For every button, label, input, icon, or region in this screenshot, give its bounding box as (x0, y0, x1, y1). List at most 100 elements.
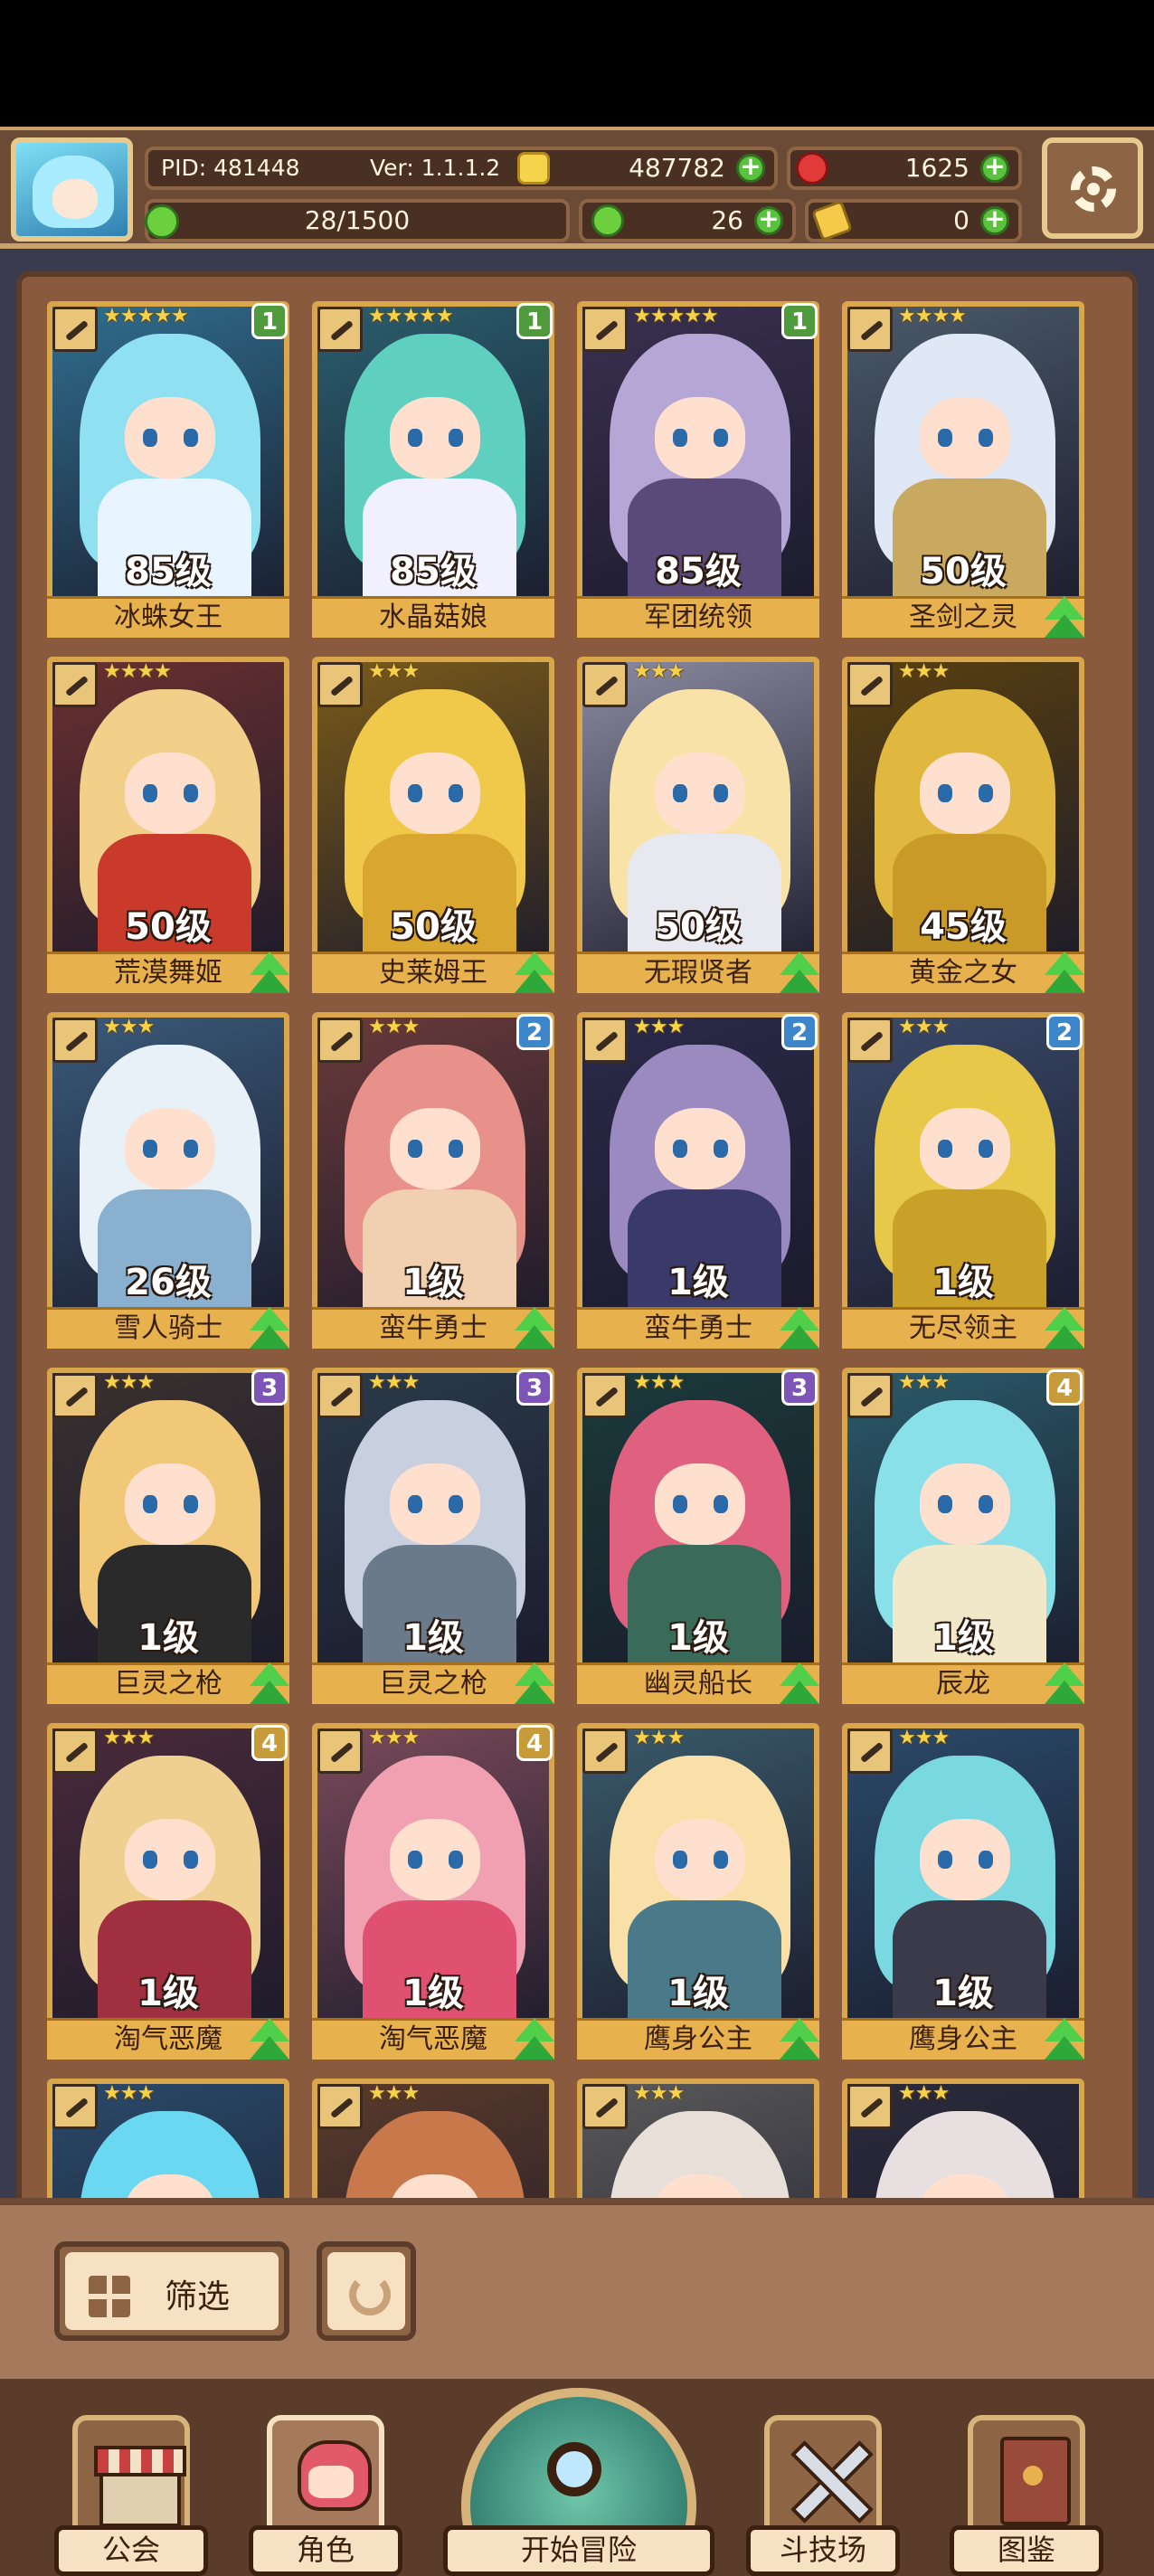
portrait-eye (979, 784, 993, 802)
character-card[interactable]: ★★★★ 50级 圣剑之灵 (842, 301, 1084, 638)
filter-button-face: 筛选 (65, 2252, 279, 2330)
character-card[interactable]: ★★★ (842, 2079, 1084, 2211)
star-rating: ★★★ (898, 1016, 950, 1038)
rank-badge: 1 (516, 303, 553, 339)
portrait-face (655, 1463, 745, 1545)
portrait-eye (979, 1851, 993, 1869)
portrait-face (655, 753, 745, 834)
character-level: 1级 (137, 1973, 199, 2014)
add-gem-button[interactable]: + (980, 154, 1009, 183)
character-card[interactable]: ★★★ 3 1级 幽灵船长 (577, 1368, 819, 1704)
character-card[interactable]: ★★★ 2 1级 无尽领主 (842, 1012, 1084, 1349)
character-card[interactable]: ★★★ (47, 2079, 289, 2211)
portrait-eye (143, 1851, 157, 1869)
energy-amount: 28/1500 (304, 205, 411, 235)
character-card[interactable]: ★★★★★ 1 85级 军团统领 (577, 301, 819, 638)
player-avatar[interactable] (11, 137, 133, 242)
character-card[interactable]: ★★★ 1级 鹰身公主 (842, 1723, 1084, 2060)
character-grid-panel[interactable]: ★★★★★ 1 85级 冰蛛女王 ★★★★★ 1 85级 水晶菇娘 ★★★★★ 1 85级 军团统领 ★… (0, 249, 1154, 2211)
character-card[interactable]: ★★★★★ 1 85级 冰蛛女王 (47, 301, 289, 638)
gear-icon (1071, 166, 1116, 212)
portrait-eye (938, 784, 952, 802)
portrait-eye (714, 784, 728, 802)
action-bar: 筛选 (0, 2198, 1154, 2379)
add-clover-button[interactable]: + (754, 206, 783, 235)
filter-button[interactable]: 筛选 (54, 2241, 289, 2341)
character-card[interactable]: ★★★★★ 1 85级 水晶菇娘 (312, 301, 554, 638)
portrait-eye (184, 1851, 198, 1869)
magnifier-icon (547, 2442, 601, 2496)
portrait-eye (979, 1140, 993, 1158)
clover-bar: 26 + (579, 199, 796, 242)
crossed-swords-icon (764, 2415, 882, 2533)
portrait-face (125, 397, 215, 478)
avatar-face (52, 179, 98, 219)
weapon-type-icon (52, 2084, 98, 2129)
nav-arena[interactable]: 斗技场 (746, 2415, 900, 2576)
star-rating: ★★★ (898, 660, 950, 683)
add-token-button[interactable]: + (980, 206, 1009, 235)
star-rating: ★★★ (368, 660, 420, 683)
character-card[interactable]: ★★★ 3 1级 巨灵之枪 (312, 1368, 554, 1704)
portrait-eye (408, 429, 422, 447)
upgrade-arrow-icon (776, 1661, 823, 1708)
upgrade-arrow-icon (776, 950, 823, 997)
resource-header: PID: 481448 Ver: 1.1.1.2 487782 + 1625 +… (0, 127, 1154, 249)
character-card[interactable]: ★★★ 50级 无瑕贤者 (577, 657, 819, 993)
character-level: 1级 (402, 1973, 464, 2014)
character-card[interactable]: ★★★ 4 1级 辰龙 (842, 1368, 1084, 1704)
upgrade-arrow-icon (776, 2016, 823, 2063)
nav-character-label: 角色 (249, 2525, 402, 2576)
star-rating: ★★★ (103, 2082, 155, 2105)
gem-amount: 1625 (904, 153, 970, 183)
clover-amount: 26 (711, 205, 743, 235)
portrait-eye (714, 429, 728, 447)
weapon-type-icon (582, 1018, 628, 1063)
character-card[interactable]: ★★★ 4 1级 淘气恶魔 (47, 1723, 289, 2060)
nav-character[interactable]: 角色 (249, 2415, 402, 2576)
portrait-face (920, 1819, 1010, 1900)
character-card[interactable]: ★★★ (577, 2079, 819, 2211)
character-icon (267, 2415, 384, 2533)
portrait-face (125, 753, 215, 834)
status-bar (0, 0, 1154, 127)
upgrade-arrow-icon (776, 1305, 823, 1352)
refresh-button[interactable] (317, 2241, 416, 2341)
character-card[interactable]: ★★★ 2 1级 蛮牛勇士 (312, 1012, 554, 1349)
nav-adventure[interactable]: 开始冒险 (443, 2379, 714, 2576)
character-card[interactable]: ★★★ (312, 2079, 554, 2211)
portrait-eye (184, 1495, 198, 1513)
character-card[interactable]: ★★★ 45级 黄金之女 (842, 657, 1084, 993)
character-level: 1级 (402, 1617, 464, 1659)
character-level: 50级 (920, 551, 1007, 592)
weapon-type-icon (582, 1728, 628, 1774)
weapon-type-icon (847, 307, 893, 352)
star-rating: ★★★ (103, 1371, 155, 1394)
energy-bar: 28/1500 (145, 199, 570, 242)
portrait-eye (979, 429, 993, 447)
portrait-face (920, 1463, 1010, 1545)
nav-codex[interactable]: 图鉴 (950, 2415, 1103, 2576)
nav-guild[interactable]: 公会 (54, 2415, 208, 2576)
star-rating: ★★★ (633, 1371, 685, 1394)
character-card[interactable]: ★★★ 2 1级 蛮牛勇士 (577, 1012, 819, 1349)
character-card[interactable]: ★★★ 3 1级 巨灵之枪 (47, 1368, 289, 1704)
character-card[interactable]: ★★★★ 50级 荒漠舞姬 (47, 657, 289, 993)
character-card[interactable]: ★★★ 1级 鹰身公主 (577, 1723, 819, 2060)
token-bar: 0 + (805, 199, 1022, 242)
character-card[interactable]: ★★★ 26级 雪人骑士 (47, 1012, 289, 1349)
upgrade-arrow-icon (511, 1305, 558, 1352)
add-gold-button[interactable]: + (736, 154, 765, 183)
character-level: 85级 (390, 551, 477, 592)
settings-button[interactable] (1042, 137, 1143, 239)
character-card[interactable]: ★★★ 4 1级 淘气恶魔 (312, 1723, 554, 2060)
gold-coin-icon (517, 152, 550, 185)
character-level: 1级 (932, 1617, 994, 1659)
portrait-eye (143, 1495, 157, 1513)
upgrade-arrow-icon (1041, 1661, 1088, 1708)
star-rating: ★★★ (368, 1016, 420, 1038)
portrait-eye (673, 429, 687, 447)
weapon-type-icon (52, 1018, 98, 1063)
character-name: 冰蛛女王 (47, 596, 289, 638)
character-card[interactable]: ★★★ 50级 史莱姆王 (312, 657, 554, 993)
